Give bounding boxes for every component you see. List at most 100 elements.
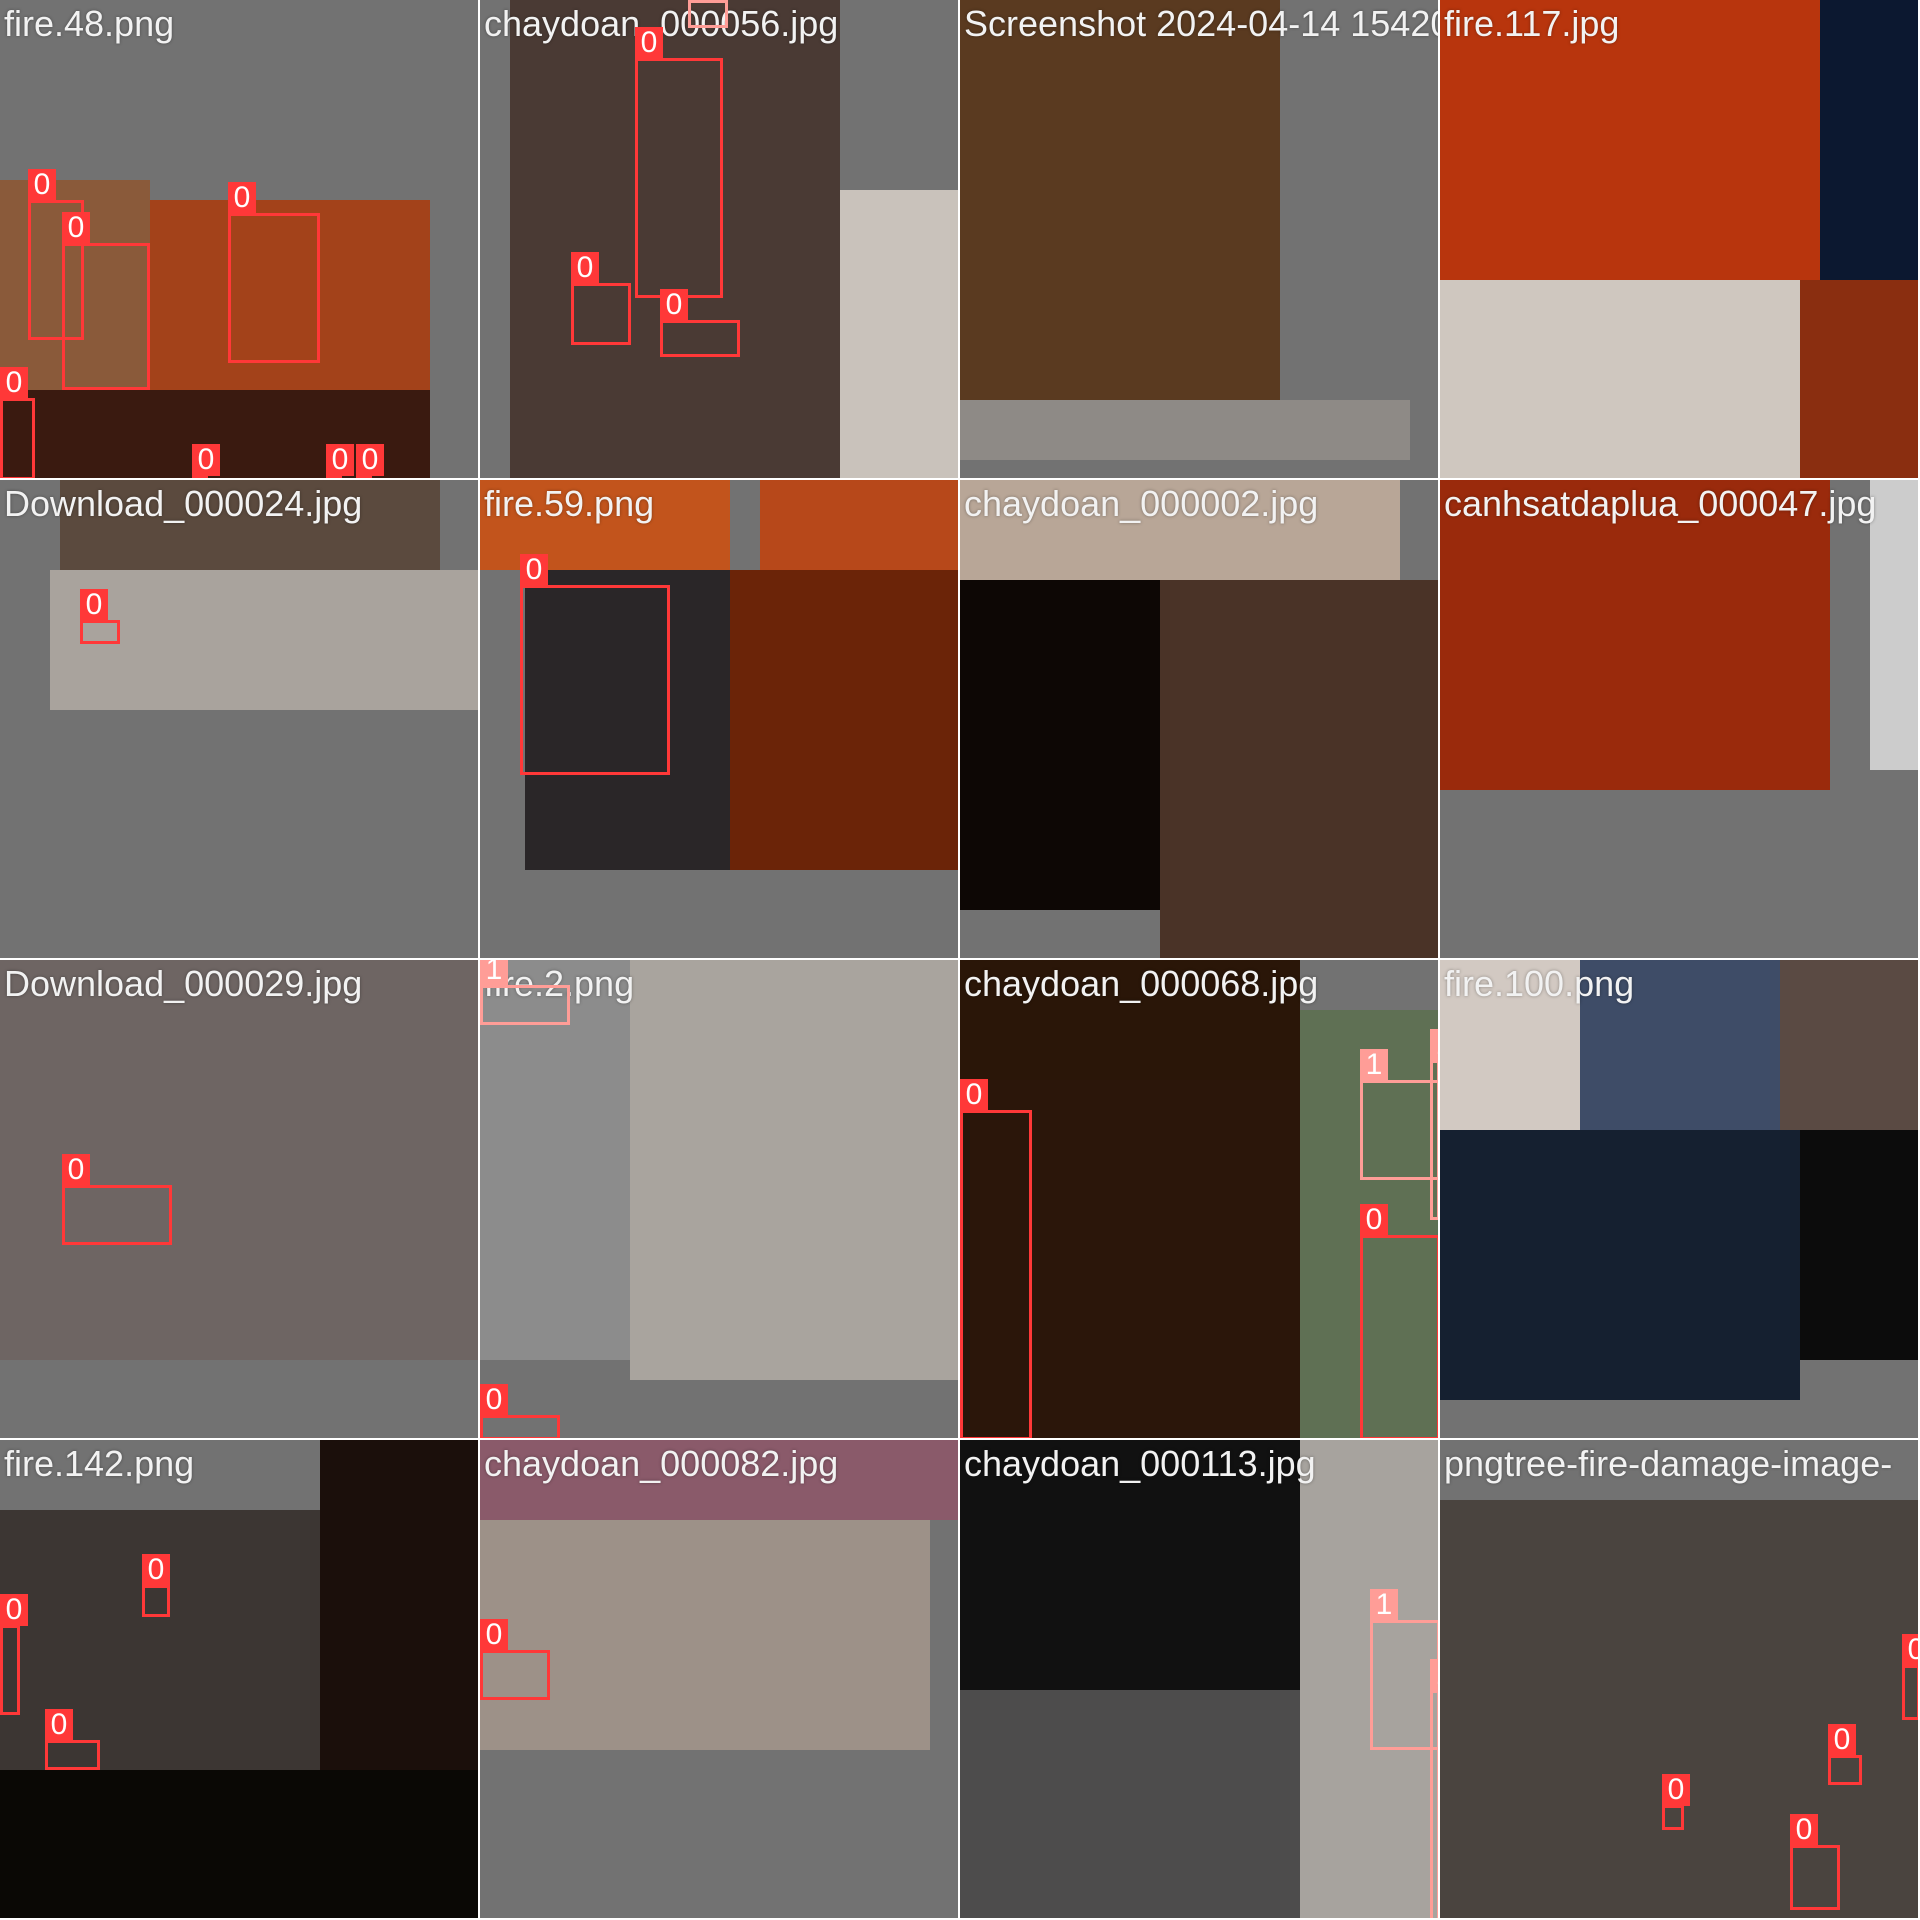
detection-class-label: 0 bbox=[1790, 1814, 1818, 1846]
detection-box: 1 bbox=[1430, 1659, 1438, 1918]
detection-box: 0 bbox=[571, 252, 631, 345]
mosaic-tile: fire.2.png 1 0 bbox=[480, 960, 960, 1440]
mosaic-tile: chaydoan_000002.jpg bbox=[960, 480, 1440, 960]
detection-class-label: 0 bbox=[0, 367, 28, 399]
image-region bbox=[730, 570, 958, 870]
image-region bbox=[1800, 280, 1918, 478]
detection-class-label: 0 bbox=[192, 444, 220, 476]
detection-box: 0 bbox=[660, 289, 740, 357]
detection-box: 0 bbox=[1790, 1814, 1840, 1910]
detection-box: 0 bbox=[1360, 1204, 1438, 1438]
detection-class-label: 0 bbox=[62, 212, 90, 244]
mosaic-tile: fire.142.png 0 0 0 bbox=[0, 1440, 480, 1920]
image-region bbox=[1820, 0, 1918, 280]
image-region bbox=[960, 580, 1160, 910]
detection-class-label: 0 bbox=[62, 1154, 90, 1186]
detection-class-label: 0 bbox=[960, 1079, 988, 1111]
mosaic-tile: canhsatdaplua_000047.jpg bbox=[1440, 480, 1920, 960]
detection-class-label: 0 bbox=[1902, 1634, 1918, 1666]
tile-filename-label: chaydoan_000068.jpg bbox=[964, 963, 1319, 1004]
detection-box: 0 bbox=[480, 1384, 560, 1438]
mosaic-tile: chaydoan_000056.jpg1000 bbox=[480, 0, 960, 480]
tile-filename-label: pngtree-fire-damage-image- bbox=[1444, 1443, 1893, 1484]
detection-class-label: 0 bbox=[480, 1619, 508, 1651]
detection-box: 0 bbox=[1902, 1634, 1918, 1720]
detection-class-label: 1 bbox=[1430, 1659, 1438, 1691]
image-region bbox=[960, 0, 1280, 400]
image-region bbox=[960, 400, 1410, 460]
mosaic-tile: pngtree-fire-damage-image- 0 0 0 0 bbox=[1440, 1440, 1920, 1920]
tile-filename-label: chaydoan_000082.jpg bbox=[484, 1443, 839, 1484]
mosaic-grid: fire.48.png0000000 chaydoan_000056.jpg10… bbox=[0, 0, 1920, 1920]
detection-box: 0 bbox=[62, 212, 150, 390]
detection-class-label: 0 bbox=[520, 554, 548, 586]
detection-class-label: 0 bbox=[1360, 1204, 1388, 1236]
tile-filename-label: chaydoan_000002.jpg bbox=[964, 483, 1319, 524]
mosaic-tile: Screenshot 2024-04-14 154200.png bbox=[960, 0, 1440, 480]
detection-class-label: 0 bbox=[356, 444, 384, 476]
detection-box: 0 bbox=[480, 1619, 550, 1700]
image-region bbox=[1870, 480, 1918, 770]
detection-class-label: 1 bbox=[1360, 1049, 1388, 1081]
detection-box: 0 bbox=[960, 1079, 1032, 1438]
detection-class-label: 0 bbox=[228, 182, 256, 214]
detection-class-label: 1 bbox=[1370, 1589, 1398, 1621]
detection-class-label: 0 bbox=[571, 252, 599, 284]
image-region bbox=[1440, 280, 1800, 478]
image-region bbox=[840, 190, 958, 478]
image-region bbox=[1440, 1500, 1918, 1918]
detection-box: 0 bbox=[1828, 1724, 1862, 1785]
mosaic-tile: fire.100.png bbox=[1440, 960, 1920, 1440]
tile-filename-label: Download_000029.jpg bbox=[4, 963, 363, 1004]
detection-box: 0 bbox=[0, 1594, 28, 1715]
image-region bbox=[1440, 480, 1830, 790]
detection-class-label: 0 bbox=[142, 1554, 170, 1586]
detection-class-label: 1 bbox=[1430, 1029, 1438, 1061]
detection-class-label: 0 bbox=[1662, 1774, 1690, 1806]
mosaic-tile: Download_000024.jpg 0 bbox=[0, 480, 480, 960]
detection-box: 1 bbox=[480, 960, 570, 1025]
detection-box: 0 bbox=[520, 554, 670, 775]
image-region bbox=[1440, 1130, 1800, 1400]
detection-class-label: 0 bbox=[80, 589, 108, 621]
detection-class-label: 0 bbox=[1828, 1724, 1856, 1756]
detection-box: 1 bbox=[1430, 1029, 1438, 1220]
detection-box: 0 bbox=[62, 1154, 172, 1245]
mosaic-tile: chaydoan_000113.jpg 1 1 bbox=[960, 1440, 1440, 1920]
detection-class-label: 1 bbox=[480, 960, 508, 986]
mosaic-tile: Download_000029.jpg 0 bbox=[0, 960, 480, 1440]
detection-class-label: 0 bbox=[635, 27, 663, 59]
detection-class-label: 0 bbox=[326, 444, 354, 476]
image-region bbox=[760, 480, 958, 570]
detection-class-label: 0 bbox=[480, 1384, 508, 1416]
detection-class-label: 1 bbox=[688, 0, 716, 1]
detection-class-label: 0 bbox=[28, 169, 56, 201]
detection-box: 1 bbox=[1360, 1049, 1438, 1180]
tile-filename-label: fire.59.png bbox=[484, 483, 655, 524]
mosaic-tile: fire.59.png 0 bbox=[480, 480, 960, 960]
tile-filename-label: canhsatdaplua_000047.jpg bbox=[1444, 483, 1877, 524]
tile-filename-label: fire.142.png bbox=[4, 1443, 195, 1484]
tile-filename-label: fire.48.png bbox=[4, 3, 175, 44]
image-region bbox=[1800, 1130, 1918, 1360]
detection-box: 0 bbox=[45, 1709, 100, 1770]
tile-filename-label: Download_000024.jpg bbox=[4, 483, 363, 524]
tile-filename-label: Screenshot 2024-04-14 154200.png bbox=[964, 3, 1438, 44]
detection-box: 0 bbox=[80, 589, 120, 644]
detection-box: 1 bbox=[688, 0, 728, 28]
tile-filename-label: fire.117.jpg bbox=[1444, 3, 1620, 44]
detection-box: 0 bbox=[142, 1554, 170, 1617]
mosaic-tile: chaydoan_000068.jpg 0 1 1 0 bbox=[960, 960, 1440, 1440]
tile-filename-label: chaydoan_000113.jpg bbox=[964, 1443, 1316, 1484]
detection-box: 0 bbox=[635, 27, 723, 298]
mosaic-tile: fire.48.png 0 0 0 0 0 0 0 bbox=[0, 0, 480, 480]
detection-box: 0 bbox=[228, 182, 320, 363]
detection-class-label: 0 bbox=[0, 1594, 28, 1626]
image-region bbox=[480, 1520, 930, 1750]
mosaic-tile: fire.117.jpg bbox=[1440, 0, 1920, 480]
image-region bbox=[0, 1770, 478, 1918]
image-region bbox=[1160, 580, 1438, 958]
detection-box: 0 bbox=[0, 367, 35, 478]
image-region bbox=[320, 1440, 478, 1770]
detection-box: 0 bbox=[1662, 1774, 1690, 1830]
